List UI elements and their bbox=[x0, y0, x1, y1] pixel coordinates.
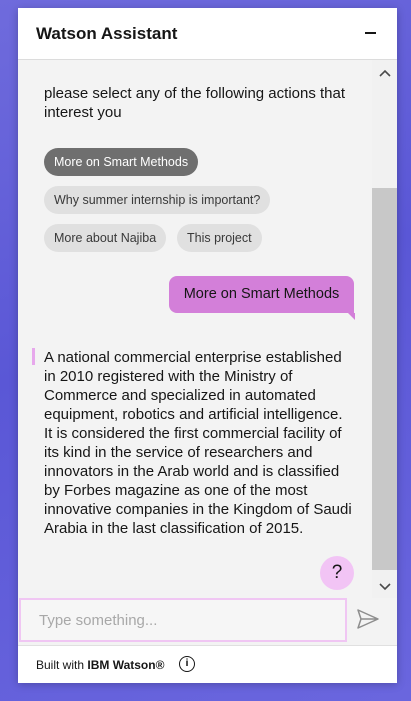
header-title: Watson Assistant bbox=[36, 24, 178, 43]
scrollbar[interactable] bbox=[372, 60, 397, 598]
help-button[interactable]: ? bbox=[320, 556, 354, 590]
chat-panel: Watson Assistant please select any of th… bbox=[18, 8, 397, 683]
option-this-project[interactable]: This project bbox=[177, 224, 262, 252]
footer-text: Built with IBM Watson® bbox=[36, 658, 164, 672]
bot-prompt-message: please select any of the following actio… bbox=[44, 85, 346, 121]
option-more-on-smart-methods[interactable]: More on Smart Methods bbox=[44, 148, 199, 176]
chevron-up-icon[interactable] bbox=[372, 62, 397, 84]
bot-answer-message: A national commercial enterprise establi… bbox=[44, 349, 352, 537]
user-bubble-tail bbox=[348, 313, 355, 320]
message-input[interactable] bbox=[19, 598, 347, 642]
footer: Built with IBM Watson® i bbox=[18, 645, 397, 683]
option-more-about-najiba[interactable]: More about Najiba bbox=[44, 224, 167, 252]
chat-header: Watson Assistant bbox=[18, 8, 397, 60]
send-icon[interactable] bbox=[356, 608, 388, 634]
info-icon[interactable]: i bbox=[179, 656, 195, 672]
user-message-bubble: More on Smart Methods bbox=[169, 276, 354, 313]
input-row bbox=[18, 598, 397, 644]
scrollbar-thumb[interactable] bbox=[372, 188, 397, 570]
option-why-summer-internship[interactable]: Why summer internship is important? bbox=[44, 186, 271, 214]
bot-message-marker bbox=[32, 348, 35, 365]
built-with-label: Built with bbox=[36, 658, 85, 672]
chevron-down-icon[interactable] bbox=[372, 576, 397, 598]
message-list: please select any of the following actio… bbox=[18, 60, 371, 598]
minimize-icon[interactable] bbox=[359, 20, 383, 44]
brand-name: IBM Watson® bbox=[87, 658, 165, 672]
